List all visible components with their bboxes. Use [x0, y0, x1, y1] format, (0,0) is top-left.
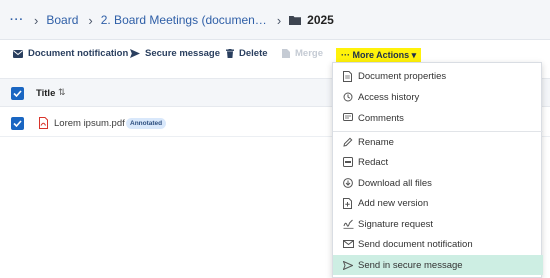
document-notification-button[interactable]: Document notification	[13, 48, 128, 59]
envelope-icon	[343, 240, 354, 248]
breadcrumb-bar: ··· › Board › 2. Board Meetings (documen…	[0, 0, 550, 40]
document-icon	[343, 70, 352, 82]
check-icon	[13, 90, 22, 97]
pencil-icon	[343, 137, 353, 147]
menu-item-label: Redact	[358, 156, 389, 168]
breadcrumb-current-folder: 2025	[307, 13, 334, 27]
row-checkbox[interactable]	[11, 117, 24, 130]
comment-icon	[343, 113, 353, 121]
menu-item-signature-request[interactable]: Signature request	[333, 214, 543, 234]
menu-item-label: Document properties	[358, 70, 447, 82]
download-icon	[343, 178, 353, 188]
history-icon	[343, 92, 353, 102]
sort-icon[interactable]: ⇅	[58, 87, 66, 98]
merge-button[interactable]: Merge	[282, 48, 323, 59]
pdf-file-icon	[39, 117, 48, 129]
chevron-right-icon: ›	[276, 12, 282, 28]
chevron-right-icon: ›	[34, 12, 39, 28]
select-all-checkbox[interactable]	[11, 87, 24, 100]
signature-icon	[343, 219, 354, 229]
merge-icon	[282, 49, 290, 58]
menu-item-send-in-secure-message[interactable]: Send in secure message	[333, 255, 543, 275]
menu-item-label: Send in secure message	[358, 259, 463, 271]
menu-item-document-properties[interactable]: Document properties	[333, 66, 543, 86]
breadcrumb: ··· › Board › 2. Board Meetings (documen…	[0, 0, 334, 40]
check-icon	[13, 120, 22, 127]
secure-message-button[interactable]: Secure message	[130, 48, 220, 59]
merge-label: Merge	[295, 48, 323, 59]
redact-icon	[343, 157, 353, 167]
menu-item-redact[interactable]: Redact	[333, 152, 543, 172]
send-icon	[343, 260, 353, 270]
menu-item-rename[interactable]: Rename	[333, 132, 543, 152]
menu-item-label: Rename	[358, 136, 394, 148]
trash-icon	[226, 49, 234, 58]
menu-item-label: Access history	[358, 91, 420, 103]
menu-item-label: Signature request	[358, 218, 433, 230]
status-badge: Annotated	[126, 118, 167, 129]
chevron-right-icon: ›	[88, 12, 93, 28]
breadcrumb-board[interactable]: Board	[46, 13, 78, 27]
column-title[interactable]: Title	[36, 88, 55, 99]
menu-item-label: Send document notification	[358, 238, 473, 250]
secure-message-label: Secure message	[145, 48, 220, 59]
delete-button[interactable]: Delete	[226, 48, 268, 59]
file-name[interactable]: Lorem ipsum.pdf	[54, 118, 125, 129]
menu-item-label: Comments	[358, 112, 404, 124]
menu-item-add-new-version[interactable]: Add new version	[333, 193, 543, 213]
folder-icon	[289, 16, 302, 25]
menu-item-label: Add new version	[358, 197, 429, 209]
envelope-icon	[13, 49, 23, 58]
document-notification-label: Document notification	[28, 48, 129, 59]
add-version-icon	[343, 197, 352, 209]
menu-item-send-document-notification[interactable]: Send document notification	[333, 234, 543, 254]
more-actions-button[interactable]: ··· More Actions ▾	[336, 48, 422, 62]
menu-item-comments[interactable]: Comments	[333, 108, 543, 128]
more-actions-menu: Document properties Access history Comme…	[332, 62, 543, 278]
delete-label: Delete	[239, 48, 268, 59]
menu-item-label: Download all files	[358, 177, 432, 189]
breadcrumb-ellipsis[interactable]: ···	[0, 14, 34, 26]
menu-item-access-history[interactable]: Access history	[333, 87, 543, 107]
send-icon	[130, 49, 140, 58]
menu-item-download-all-files[interactable]: Download all files	[333, 173, 543, 193]
breadcrumb-board-meetings[interactable]: 2. Board Meetings (documen…	[101, 13, 267, 27]
